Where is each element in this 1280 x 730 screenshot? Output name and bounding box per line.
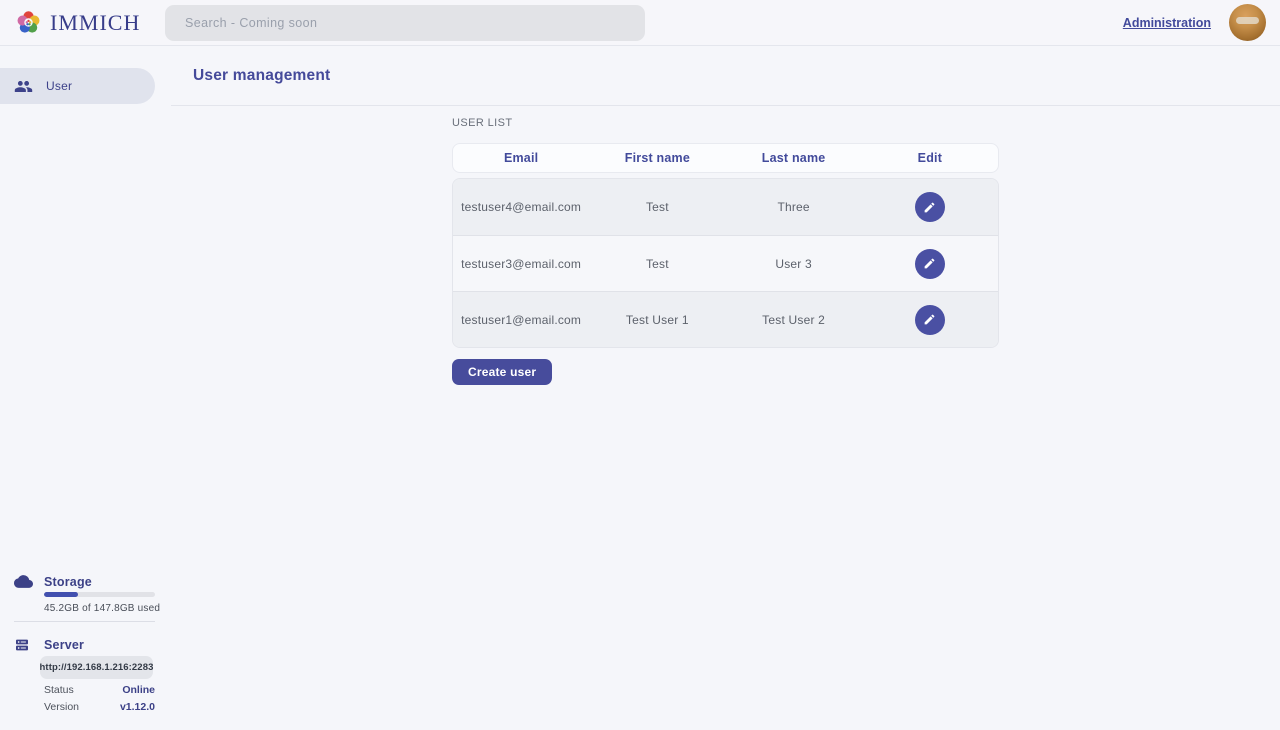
server-status-value: Online [122,684,155,696]
edit-user-button[interactable] [915,249,945,279]
cell-email: testuser4@email.com [453,200,589,214]
brand: IMMICH [0,9,165,36]
page-title: User management [193,67,330,85]
edit-user-button[interactable] [915,305,945,335]
user-list-label: USER LIST [452,117,999,129]
create-user-button[interactable]: Create user [452,359,552,385]
table-row: testuser3@email.com Test User 3 [453,235,998,291]
sidebar-item-user[interactable]: User [0,68,155,104]
storage-progress-fill [44,592,78,597]
pencil-icon [923,257,936,270]
cell-email: testuser1@email.com [453,313,589,327]
cell-last-name: Three [726,200,862,214]
page-title-bar: User management [171,46,1280,106]
pencil-icon [923,201,936,214]
cell-first-name: Test [589,257,725,271]
top-bar: IMMICH Administration [0,0,1280,46]
column-header-first-name: First name [589,151,725,165]
sidebar-item-user-label: User [46,79,72,93]
cloud-icon [14,574,33,594]
table-row: testuser4@email.com Test Three [453,179,998,235]
cell-last-name: Test User 2 [726,313,862,327]
user-table: testuser4@email.com Test Three testuser3… [452,178,999,348]
edit-user-button[interactable] [915,192,945,222]
pencil-icon [923,313,936,326]
cell-first-name: Test [589,200,725,214]
sidebar: User Storage 45.2GB of 147.8GB used Serv… [0,46,171,730]
immich-logo-icon [15,9,42,36]
server-title: Server [44,638,84,652]
server-url-badge: http://192.168.1.216:2283 [40,656,153,679]
brand-wordmark: IMMICH [50,10,140,36]
sidebar-divider [14,621,155,622]
table-row: testuser1@email.com Test User 1 Test Use… [453,291,998,347]
column-header-edit: Edit [862,151,998,165]
administration-link[interactable]: Administration [1123,16,1211,30]
search-input[interactable] [165,5,645,41]
cell-first-name: Test User 1 [589,313,725,327]
table-header-row: Email First name Last name Edit [452,143,999,173]
cell-last-name: User 3 [726,257,862,271]
storage-title: Storage [44,575,92,589]
server-version-value: v1.12.0 [120,701,155,713]
column-header-last-name: Last name [726,151,862,165]
storage-progress-bar [44,592,155,597]
user-avatar[interactable] [1229,4,1266,41]
main-area: User management USER LIST Email First na… [171,46,1280,730]
storage-caption: 45.2GB of 147.8GB used [44,603,160,614]
column-header-email: Email [453,151,589,165]
server-status-label: Status [44,684,74,696]
server-version-label: Version [44,701,79,713]
server-icon [14,637,30,658]
cell-email: testuser3@email.com [453,257,589,271]
users-icon [14,77,33,96]
